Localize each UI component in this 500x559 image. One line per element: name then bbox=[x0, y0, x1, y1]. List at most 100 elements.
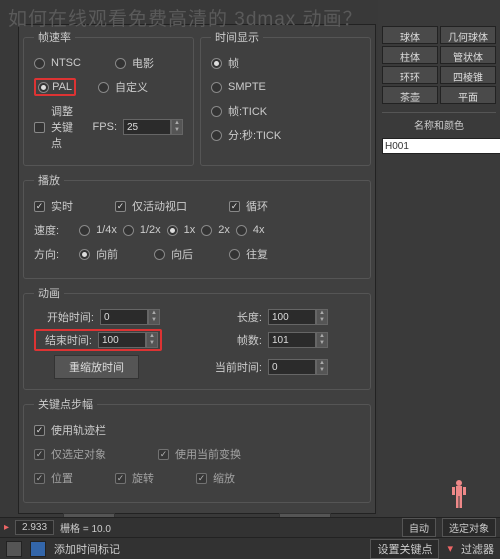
label-speed: 速度: bbox=[34, 222, 59, 238]
label-use-trackbar: 使用轨迹栏 bbox=[51, 422, 106, 438]
chk-loop[interactable] bbox=[229, 201, 240, 212]
label-length: 长度: bbox=[202, 309, 262, 325]
playback-group: 播放 实时 仅活动视口 循环 速度: 1/4x 1/2x 1x 2x 4x 方向… bbox=[23, 172, 371, 279]
end-spinner[interactable]: ▲▼ bbox=[146, 332, 158, 348]
label-frametick: 帧:TICK bbox=[228, 103, 267, 119]
length-input[interactable] bbox=[268, 309, 316, 325]
current-time-input[interactable] bbox=[268, 359, 316, 375]
prim-torus[interactable]: 环环 bbox=[382, 66, 438, 84]
name-color-section: 名称和颜色 bbox=[382, 112, 496, 154]
radio-speed-1-4[interactable] bbox=[79, 225, 90, 236]
set-key-button[interactable]: 设置关键点 bbox=[370, 539, 439, 559]
highlight-pal: PAL bbox=[34, 78, 76, 96]
radio-speed-2[interactable] bbox=[201, 225, 212, 236]
status-grid: 栅格 = 10.0 bbox=[60, 520, 111, 535]
frame-rate-group: 帧速率 NTSC 电影 PAL 自定义 调整关键点 FPS: ▲▼ bbox=[23, 29, 194, 166]
label-frame: 帧 bbox=[228, 55, 239, 71]
fps-spinner[interactable]: ▲▼ bbox=[171, 119, 183, 135]
chk-pos[interactable] bbox=[34, 473, 45, 484]
label-ntsc: NTSC bbox=[51, 57, 81, 69]
animation-legend: 动画 bbox=[34, 285, 64, 301]
label-custom: 自定义 bbox=[115, 79, 148, 95]
chk-active-only[interactable] bbox=[115, 201, 126, 212]
chk-sel-only[interactable] bbox=[34, 449, 45, 460]
status-x: 2.933 bbox=[15, 520, 54, 535]
label-minsectick: 分:秒:TICK bbox=[228, 127, 281, 143]
chk-realtime[interactable] bbox=[34, 201, 45, 212]
fps-input[interactable] bbox=[123, 119, 171, 135]
prim-geosphere[interactable]: 几何球体 bbox=[440, 26, 496, 44]
selection-mode[interactable]: 选定对象 bbox=[442, 518, 496, 537]
name-color-header: 名称和颜色 bbox=[382, 117, 496, 132]
prim-sphere[interactable]: 球体 bbox=[382, 26, 438, 44]
label-smpte: SMPTE bbox=[228, 81, 266, 93]
filter-label[interactable]: 过滤器 bbox=[461, 541, 494, 557]
chk-rot[interactable] bbox=[115, 473, 126, 484]
prim-tube[interactable]: 管状体 bbox=[440, 46, 496, 64]
highlight-end-time: 结束时间: ▲▼ bbox=[34, 329, 162, 351]
playback-legend: 播放 bbox=[34, 172, 64, 188]
radio-dir-back[interactable] bbox=[154, 249, 165, 260]
label-start-time: 开始时间: bbox=[34, 309, 94, 325]
bottom-toolbar: 添加时间标记 设置关键点 ▾ 过滤器 bbox=[0, 537, 500, 559]
keysteps-group: 关键点步幅 使用轨迹栏 仅选定对象 使用当前变换 位置 旋转 缩放 bbox=[23, 396, 371, 503]
auto-key-button[interactable]: 自动 bbox=[402, 518, 436, 537]
frame-count-input[interactable] bbox=[268, 332, 316, 348]
label-film: 电影 bbox=[132, 55, 154, 71]
label-end-time: 结束时间: bbox=[38, 332, 92, 348]
radio-ntsc[interactable] bbox=[34, 58, 45, 69]
time-display-legend: 时间显示 bbox=[211, 29, 263, 45]
radio-smpte[interactable] bbox=[211, 82, 222, 93]
prim-pyramid[interactable]: 四棱锥 bbox=[440, 66, 496, 84]
label-current-time: 当前时间: bbox=[202, 359, 262, 375]
start-spinner[interactable]: ▲▼ bbox=[148, 309, 160, 325]
key-filter-icon[interactable]: ▾ bbox=[447, 542, 453, 555]
label-adjust-keys: 调整关键点 bbox=[51, 103, 81, 151]
rescale-time-button[interactable]: 重缩放时间 bbox=[54, 355, 139, 379]
radio-speed-1[interactable] bbox=[167, 225, 178, 236]
prim-cylinder[interactable]: 柱体 bbox=[382, 46, 438, 64]
radio-dir-fwd[interactable] bbox=[79, 249, 90, 260]
radio-speed-1-2[interactable] bbox=[123, 225, 134, 236]
time-config-dialog: 帧速率 NTSC 电影 PAL 自定义 调整关键点 FPS: ▲▼ 时间显示 帧… bbox=[18, 24, 376, 514]
start-time-input[interactable] bbox=[100, 309, 148, 325]
lock-icon: ▸ bbox=[4, 522, 9, 533]
prim-plane[interactable]: 平面 bbox=[440, 86, 496, 104]
radio-frametick[interactable] bbox=[211, 106, 222, 117]
add-time-marker[interactable]: 添加时间标记 bbox=[54, 541, 120, 557]
track-icon[interactable] bbox=[6, 541, 22, 557]
status-bar: ▸ 2.933 栅格 = 10.0 自动 选定对象 bbox=[0, 517, 500, 537]
label-active-only: 仅活动视口 bbox=[132, 198, 187, 214]
radio-dir-pp[interactable] bbox=[229, 249, 240, 260]
object-name-input[interactable] bbox=[382, 138, 500, 154]
label-pal: PAL bbox=[52, 81, 72, 93]
primitive-grid: 球体 几何球体 柱体 管状体 环环 四棱锥 茶壶 平面 bbox=[382, 26, 496, 104]
prim-teapot[interactable]: 茶壶 bbox=[382, 86, 438, 104]
chk-scale[interactable] bbox=[196, 473, 207, 484]
radio-minsectick[interactable] bbox=[211, 130, 222, 141]
label-frame-count: 帧数: bbox=[202, 332, 262, 348]
time-display-group: 时间显示 帧 SMPTE 帧:TICK 分:秒:TICK bbox=[200, 29, 371, 166]
frame-rate-legend: 帧速率 bbox=[34, 29, 75, 45]
label-fps: FPS: bbox=[93, 121, 117, 133]
radio-custom[interactable] bbox=[98, 82, 109, 93]
radio-speed-4[interactable] bbox=[236, 225, 247, 236]
radio-pal[interactable] bbox=[38, 82, 49, 93]
biped-figure bbox=[448, 479, 470, 515]
chk-use-trackbar[interactable] bbox=[34, 425, 45, 436]
end-time-input[interactable] bbox=[98, 332, 146, 348]
label-realtime: 实时 bbox=[51, 198, 73, 214]
animation-group: 动画 开始时间: ▲▼ 长度: ▲▼ 结束时间: ▲▼ 帧数: ▲▼ 重缩放时间 当前时… bbox=[23, 285, 371, 390]
overlay-question-text: 如何在线观看免费高清的 3dmax 动画？ bbox=[8, 4, 363, 31]
chk-use-current[interactable] bbox=[158, 449, 169, 460]
count-spinner[interactable]: ▲▼ bbox=[316, 332, 328, 348]
radio-frame[interactable] bbox=[211, 58, 222, 69]
label-direction: 方向: bbox=[34, 246, 59, 262]
current-spinner[interactable]: ▲▼ bbox=[316, 359, 328, 375]
length-spinner[interactable]: ▲▼ bbox=[316, 309, 328, 325]
command-panel: 球体 几何球体 柱体 管状体 环环 四棱锥 茶壶 平面 名称和颜色 bbox=[378, 0, 500, 520]
key-icon[interactable] bbox=[30, 541, 46, 557]
keysteps-legend: 关键点步幅 bbox=[34, 396, 97, 412]
chk-adjust-keys[interactable] bbox=[34, 122, 45, 133]
radio-film[interactable] bbox=[115, 58, 126, 69]
